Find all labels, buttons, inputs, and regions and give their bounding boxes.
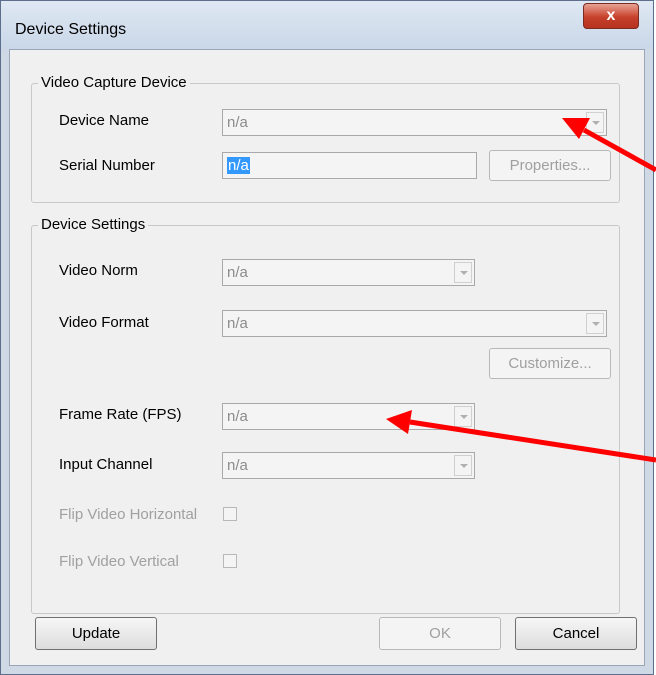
video-norm-value: n/a xyxy=(227,264,248,281)
flip-vertical-label: Flip Video Vertical xyxy=(59,553,179,570)
video-norm-combo[interactable]: n/a xyxy=(222,259,475,286)
chevron-down-icon[interactable] xyxy=(586,313,604,334)
flip-vertical-checkbox[interactable] xyxy=(223,554,237,568)
close-button[interactable]: x xyxy=(583,3,639,29)
window-title: Device Settings xyxy=(15,21,127,38)
serial-number-field[interactable]: n/a xyxy=(222,152,477,179)
frame-rate-value: n/a xyxy=(227,408,248,425)
title-bar: Device Settings x xyxy=(1,1,653,49)
video-norm-label: Video Norm xyxy=(59,262,138,279)
frame-rate-combo[interactable]: n/a xyxy=(222,403,475,430)
frame-rate-label: Frame Rate (FPS) xyxy=(59,406,182,423)
chevron-down-icon[interactable] xyxy=(454,262,472,283)
input-channel-value: n/a xyxy=(227,457,248,474)
flip-horizontal-label: Flip Video Horizontal xyxy=(59,506,198,523)
input-channel-label: Input Channel xyxy=(59,456,153,473)
device-settings-legend: Device Settings xyxy=(38,216,149,233)
device-settings-window: Device Settings x Video Capture Device D… xyxy=(0,0,654,675)
cancel-button[interactable]: Cancel xyxy=(515,617,637,650)
serial-number-value: n/a xyxy=(227,157,250,174)
input-channel-combo[interactable]: n/a xyxy=(222,452,475,479)
video-format-value: n/a xyxy=(227,315,248,332)
ok-button[interactable]: OK xyxy=(379,617,501,650)
close-icon: x xyxy=(606,7,616,24)
device-name-label: Device Name xyxy=(59,112,150,129)
flip-horizontal-checkbox[interactable] xyxy=(223,507,237,521)
chevron-down-icon[interactable] xyxy=(586,112,604,133)
video-format-label: Video Format xyxy=(59,314,149,331)
video-capture-device-group: Video Capture Device Device Name n/a Ser… xyxy=(31,74,620,203)
dialog-body: Video Capture Device Device Name n/a Ser… xyxy=(9,49,645,666)
chevron-down-icon[interactable] xyxy=(454,406,472,427)
device-settings-group: Device Settings Video Norm n/a Video For… xyxy=(31,216,620,614)
chevron-down-icon[interactable] xyxy=(454,455,472,476)
device-name-value: n/a xyxy=(227,114,248,131)
customize-button[interactable]: Customize... xyxy=(489,348,611,379)
update-button[interactable]: Update xyxy=(35,617,157,650)
video-capture-device-legend: Video Capture Device xyxy=(38,74,190,91)
serial-number-label: Serial Number xyxy=(59,157,155,174)
properties-button[interactable]: Properties... xyxy=(489,150,611,181)
device-name-combo[interactable]: n/a xyxy=(222,109,607,136)
video-format-combo[interactable]: n/a xyxy=(222,310,607,337)
